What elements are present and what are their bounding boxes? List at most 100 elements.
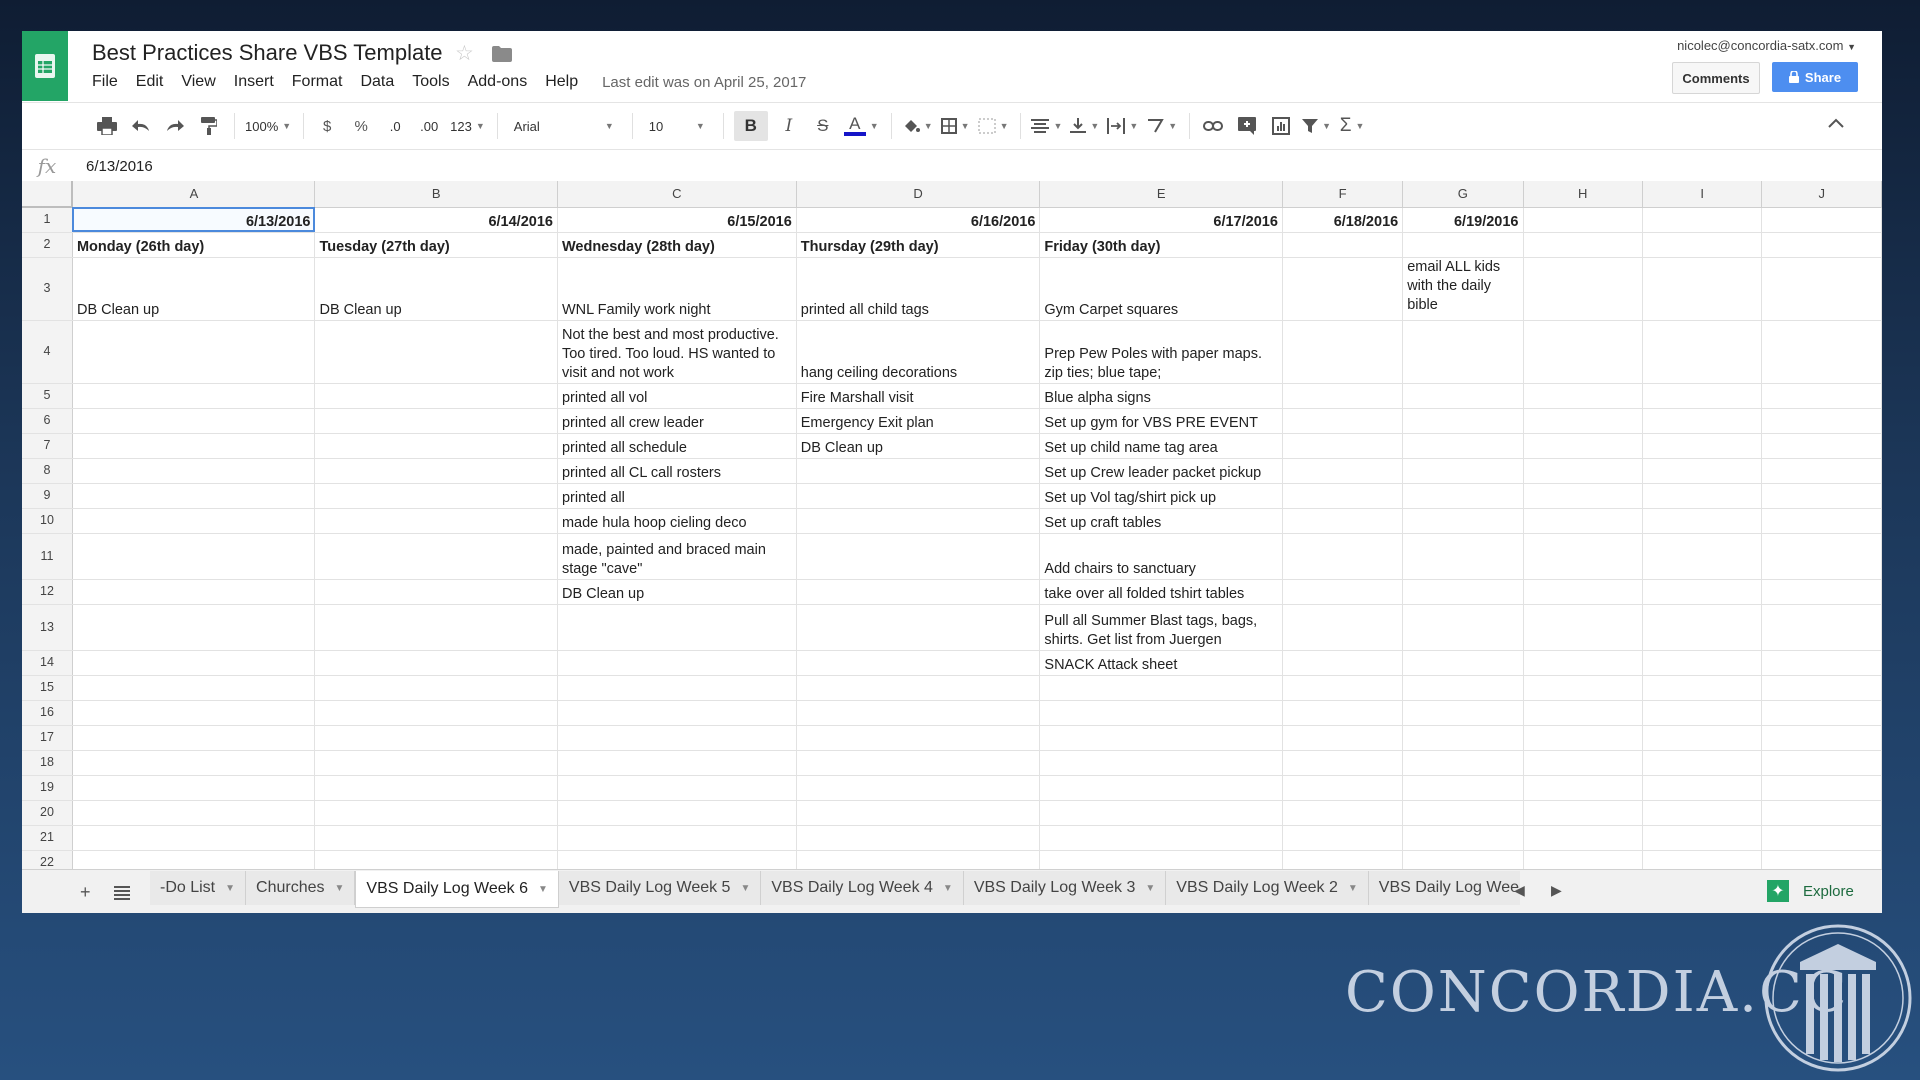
grid-cell[interactable] xyxy=(1039,850,1283,869)
column-header[interactable]: A xyxy=(72,181,316,208)
sheet-tab-active[interactable]: VBS Daily Log Week 6 ▼ xyxy=(355,871,559,908)
grid-cell[interactable]: 6/16/2016 xyxy=(796,207,1041,233)
row-header[interactable]: 11 xyxy=(22,533,73,580)
grid-cell[interactable]: 6/19/2016 xyxy=(1402,207,1524,233)
row-header[interactable]: 19 xyxy=(22,775,73,801)
grid-cell[interactable] xyxy=(1039,800,1283,826)
grid-cell[interactable] xyxy=(557,675,797,701)
italic-icon[interactable]: I xyxy=(776,111,802,141)
grid-cell[interactable]: Pull all Summer Blast tags, bags, shirts… xyxy=(1039,604,1283,651)
grid-cell[interactable] xyxy=(1402,800,1524,826)
grid-cell[interactable]: Prep Pew Poles with paper maps. zip ties… xyxy=(1039,320,1283,384)
grid-cell[interactable] xyxy=(1523,750,1643,776)
row-header[interactable]: 6 xyxy=(22,408,73,434)
grid-cell[interactable] xyxy=(1642,232,1763,258)
row-header[interactable]: 21 xyxy=(22,825,73,851)
grid-cell[interactable] xyxy=(1642,458,1763,484)
column-header[interactable]: I xyxy=(1642,181,1763,208)
grid-cell[interactable] xyxy=(796,825,1041,851)
grid-cell[interactable] xyxy=(1402,725,1524,751)
grid-cell[interactable] xyxy=(72,508,316,534)
column-header[interactable]: D xyxy=(796,181,1041,208)
grid-cell[interactable] xyxy=(1642,775,1763,801)
menu-addons[interactable]: Add-ons xyxy=(468,73,528,91)
grid-cell[interactable] xyxy=(1523,433,1643,459)
explore-button[interactable]: ✦ Explore xyxy=(1767,880,1854,902)
borders-icon[interactable]: ▼ xyxy=(940,111,970,141)
grid-cell[interactable] xyxy=(1523,800,1643,826)
row-header[interactable]: 7 xyxy=(22,433,73,459)
grid-cell[interactable]: Set up gym for VBS PRE EVENT xyxy=(1039,408,1283,434)
all-sheets-icon[interactable] xyxy=(114,884,130,905)
grid-cell[interactable]: take over all folded tshirt tables xyxy=(1039,579,1283,605)
grid-cell[interactable] xyxy=(1282,232,1404,258)
grid-cell[interactable]: 6/13/2016 xyxy=(72,207,316,233)
sheet-tab[interactable]: VBS Daily Log Week 1▼ xyxy=(1368,871,1520,905)
grid-cell[interactable] xyxy=(1761,825,1882,851)
grid-cell[interactable] xyxy=(1761,850,1882,869)
grid-cell[interactable] xyxy=(1523,533,1643,580)
grid-cell[interactable] xyxy=(1402,320,1524,384)
column-header[interactable]: G xyxy=(1402,181,1524,208)
grid-cell[interactable] xyxy=(1761,604,1882,651)
grid-cell[interactable]: DB Clean up xyxy=(72,257,316,321)
column-header[interactable]: H xyxy=(1523,181,1643,208)
grid-cell[interactable] xyxy=(1642,207,1763,233)
fill-color-icon[interactable]: ▼ xyxy=(902,111,933,141)
grid-cell[interactable] xyxy=(1402,232,1524,258)
grid-cell[interactable] xyxy=(796,604,1041,651)
grid-cell[interactable] xyxy=(1282,725,1404,751)
grid-cell[interactable] xyxy=(72,700,316,726)
grid-cell[interactable] xyxy=(1761,533,1882,580)
grid-cell[interactable] xyxy=(1402,850,1524,869)
grid-cell[interactable]: Thursday (29th day) xyxy=(796,232,1041,258)
grid-cell[interactable] xyxy=(796,650,1041,676)
grid-cell[interactable]: Blue alpha signs xyxy=(1039,383,1283,409)
grid-cell[interactable] xyxy=(1282,675,1404,701)
grid-cell[interactable] xyxy=(314,825,558,851)
grid-cell[interactable] xyxy=(1402,775,1524,801)
grid-cell[interactable] xyxy=(1761,232,1882,258)
grid-cell[interactable] xyxy=(1402,579,1524,605)
grid-cell[interactable] xyxy=(314,800,558,826)
insert-link-icon[interactable] xyxy=(1200,111,1226,141)
grid-cell[interactable] xyxy=(1402,383,1524,409)
chevron-down-icon[interactable]: ▼ xyxy=(1145,883,1155,894)
grid-cell[interactable]: DB Clean up xyxy=(557,579,797,605)
grid-cell[interactable] xyxy=(72,750,316,776)
menu-data[interactable]: Data xyxy=(360,73,394,91)
column-header[interactable]: J xyxy=(1761,181,1882,208)
grid-cell[interactable] xyxy=(72,604,316,651)
grid-cell[interactable] xyxy=(1523,650,1643,676)
grid-cell[interactable] xyxy=(72,800,316,826)
grid-cell[interactable] xyxy=(1761,458,1882,484)
grid-cell[interactable] xyxy=(72,650,316,676)
grid-cell[interactable] xyxy=(557,775,797,801)
increase-decimal-button[interactable]: .00 xyxy=(416,111,442,141)
star-icon[interactable]: ☆ xyxy=(455,41,474,66)
merge-cells-icon[interactable]: ▼ xyxy=(977,111,1008,141)
grid-cell[interactable]: Friday (30th day) xyxy=(1039,232,1283,258)
grid-cell[interactable] xyxy=(796,800,1041,826)
grid-cell[interactable] xyxy=(1642,725,1763,751)
strikethrough-icon[interactable]: S xyxy=(810,111,836,141)
column-header[interactable]: E xyxy=(1039,181,1283,208)
redo-icon[interactable] xyxy=(162,111,188,141)
grid-cell[interactable] xyxy=(314,650,558,676)
grid-cell[interactable] xyxy=(314,675,558,701)
grid-cell[interactable] xyxy=(557,750,797,776)
grid-cell[interactable] xyxy=(72,850,316,869)
grid-cell[interactable] xyxy=(557,604,797,651)
grid-cell[interactable] xyxy=(1402,408,1524,434)
grid-cell[interactable] xyxy=(1523,207,1643,233)
grid-cell[interactable] xyxy=(1402,700,1524,726)
chevron-down-icon[interactable]: ▼ xyxy=(225,883,235,894)
grid-cell[interactable] xyxy=(796,700,1041,726)
grid-cell[interactable] xyxy=(796,675,1041,701)
grid-cell[interactable] xyxy=(1282,825,1404,851)
grid-cell[interactable] xyxy=(557,725,797,751)
grid-cell[interactable]: printed all crew leader xyxy=(557,408,797,434)
grid-cell[interactable] xyxy=(1642,800,1763,826)
grid-cell[interactable]: Set up Crew leader packet pickup xyxy=(1039,458,1283,484)
chevron-down-icon[interactable]: ▼ xyxy=(335,883,345,894)
